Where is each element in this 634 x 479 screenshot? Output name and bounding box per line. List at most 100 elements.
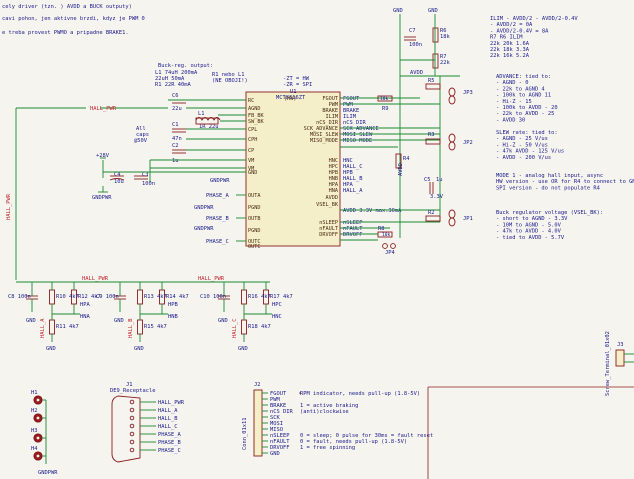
- jp3-jumper[interactable]: JP3: [448, 87, 473, 105]
- svg-text:1u: 1u: [172, 158, 179, 164]
- j1-pin-label: HALL_C: [158, 424, 177, 430]
- svg-text:R3: R3: [428, 132, 435, 138]
- schematic-canvas: cely driver (tzn. ) AVDD a BUCK outputy)…: [2, 4, 634, 479]
- note-line: ADVANCE: tied to:: [496, 74, 551, 80]
- note-line: 22k 16k 5.2A: [490, 53, 530, 59]
- j2-pin-note: RPM indicator, needs pull-up (1.8-5V): [300, 391, 420, 397]
- svg-text:(HW): (HW): [284, 96, 297, 102]
- u1-left-pin: OUTB: [248, 216, 261, 222]
- note-line: SLEW rate: tied to:: [496, 130, 558, 136]
- c5-capacitor: C5 1u 3.3V: [424, 177, 444, 200]
- mounting-hole: H2: [31, 408, 46, 423]
- u1-right-pin: MISO_MODE: [310, 138, 338, 144]
- note-line: - 22k to AVDD - 25: [496, 111, 554, 117]
- svg-text:GNDPWR: GNDPWR: [210, 178, 230, 184]
- svg-text:GND: GND: [393, 8, 403, 14]
- note-line: R7 R6 ILIM: [490, 35, 523, 41]
- svg-text:R4: R4: [403, 156, 410, 162]
- header-note-1: cely driver (tzn. ) AVDD a BUCK outputy): [2, 4, 132, 10]
- svg-text:18k: 18k: [440, 34, 450, 40]
- mounting-hole: H3: [31, 428, 46, 443]
- hall-res: R11 4k7: [56, 324, 79, 330]
- note-line: - Hi-Z - 50 V/us: [496, 142, 548, 148]
- svg-text:HALL_PWR: HALL_PWR: [198, 276, 225, 282]
- hall-res: R18 4k7: [248, 324, 271, 330]
- svg-text:10u: 10u: [114, 179, 124, 185]
- net-label: AVDD 3.3V max.30mA: [343, 208, 402, 214]
- gndpwr-bottom-label: GNDPWR: [38, 470, 58, 476]
- c6-capacitor: C6 22u: [172, 93, 186, 112]
- hall-net-label: HALL_C: [232, 319, 238, 338]
- jp4-jumper: JP4: [382, 243, 396, 256]
- svg-text:Conn_01x11: Conn_01x11: [242, 418, 248, 450]
- svg-text:GNDPWR: GNDPWR: [194, 205, 214, 211]
- note-line: - 100k to AGND 11: [496, 93, 551, 99]
- j2-pin-label: GND: [270, 451, 280, 457]
- svg-text:100n: 100n: [409, 42, 422, 48]
- svg-text:R9: R9: [382, 106, 389, 112]
- note-line: - short to AGND - 3.3V: [496, 216, 568, 222]
- j1-pin-label: HALL_PWR: [158, 400, 185, 406]
- slew-note: SLEW rate: tied to:- AGND - 25 V/us- Hi-…: [496, 130, 564, 161]
- gnd-label: GND: [134, 346, 144, 352]
- note-line: - AVDD/2-0.4V = 8A: [490, 28, 549, 34]
- avdd-label-vertical: AVDD: [398, 163, 404, 176]
- avdd-label: AVDD: [410, 70, 423, 76]
- svg-text:C3: C3: [142, 172, 149, 178]
- note-line: SPI version - do not populate R4: [496, 185, 600, 191]
- j2-pins: FGOUT RPM indicator, needs pull-up (1.8-5…: [262, 391, 433, 457]
- header-note-3: e treba provest PWMO a pripadne BRAKE1.: [2, 30, 129, 36]
- note-line: 22k 18k 3.3A: [490, 47, 530, 53]
- hall-res: R16 4k7: [248, 294, 271, 300]
- mounting-hole-ref: H4: [31, 446, 38, 452]
- svg-text:C7: C7: [409, 28, 416, 34]
- u1-left-pin: OUTA: [248, 193, 261, 199]
- svg-text:10k: 10k: [380, 96, 389, 102]
- svg-text:R2: R2: [428, 210, 435, 216]
- svg-text:HALL_PWR: HALL_PWR: [82, 276, 109, 282]
- gndpwr-symbol: GNDPWR: [92, 186, 112, 201]
- svg-text:Buck-reg. output:: Buck-reg. output:: [158, 63, 213, 69]
- hall-sections: C8 100n R10 4k7 R12 4k7R11 4k7HALL_AHPAHNA…: [8, 282, 293, 352]
- c4-capacitor: C4 10u: [109, 172, 125, 185]
- u1-left-pin: GND: [248, 170, 257, 176]
- j2-pin-note: (anti)clockwise: [300, 409, 349, 415]
- hall-res: R13 4k7: [144, 294, 167, 300]
- gnd-label: GND: [26, 318, 36, 324]
- j1-pin-label: PHASE_A: [158, 432, 181, 438]
- svg-text:22u: 22u: [172, 106, 182, 112]
- jp2-jumper[interactable]: JP2: [448, 133, 473, 151]
- c2-capacitor: C2 1u: [172, 143, 186, 164]
- j1-pin-label: PHASE_B: [158, 440, 181, 446]
- svg-text:PHASE_C: PHASE_C: [206, 239, 229, 245]
- note-line: - 100k to AVDD - 20: [496, 105, 558, 111]
- hall-res: R10 4k7: [56, 294, 79, 300]
- hall-res: R17 4k7: [270, 294, 293, 300]
- note-line: MODE 1 - analog hall input, async: [496, 173, 603, 179]
- svg-text:GNDPWR: GNDPWR: [92, 195, 112, 201]
- phase-labels: PHASE_A PHASE_B PHASE_C GNDPWR GNDPWR: [194, 193, 246, 245]
- j1-pins: HALL_PWR HALL_A HALL_B HALL_C PHASE_A PHASE_B…: [129, 399, 185, 454]
- u1-left-pin: AGND: [248, 106, 261, 112]
- svg-text:PHASE_A: PHASE_A: [206, 193, 229, 199]
- hall-section: C8 100n R10 4k7 R12 4k7R11 4k7HALL_AHPAHNA…: [8, 282, 101, 352]
- l1-inductor: L1 1R 22u: [195, 111, 221, 130]
- u1-left-pin: CPH: [248, 137, 257, 143]
- u1-right-pin: HNA: [329, 188, 339, 194]
- note-line: - AVDD 30: [496, 117, 525, 123]
- r1-or-l1-note: R1 nebo L1 (NE OBOJI!): [212, 72, 248, 84]
- u1-left-pin: PGND: [248, 205, 261, 211]
- svg-text:DE9_Receptacle: DE9_Receptacle: [110, 388, 155, 394]
- note-line: - tied to AVDD - 5.7V: [496, 235, 565, 241]
- mounting-hole: H4: [31, 446, 46, 461]
- jp1-jumper[interactable]: JP1: [448, 209, 473, 227]
- hall-section: C9 100n R13 4k7 R14 4k7 R15 4k7 HALL_B HPB HNB…: [96, 282, 189, 352]
- svg-text:C2: C2: [172, 143, 179, 149]
- u1-right-pin: DRVOFF: [319, 232, 338, 238]
- j1-pin-label: PHASE_C: [158, 448, 181, 454]
- hall-cap: C9 100n: [96, 294, 119, 300]
- svg-text:R1 22R 40mA: R1 22R 40mA: [155, 82, 191, 88]
- j2-connector[interactable]: J2 Conn_01x11: [242, 382, 263, 457]
- j3-screw-terminal[interactable]: J3 Screw_Terminal_01x02: [605, 331, 634, 396]
- hall-hn-label: HNB: [168, 314, 178, 320]
